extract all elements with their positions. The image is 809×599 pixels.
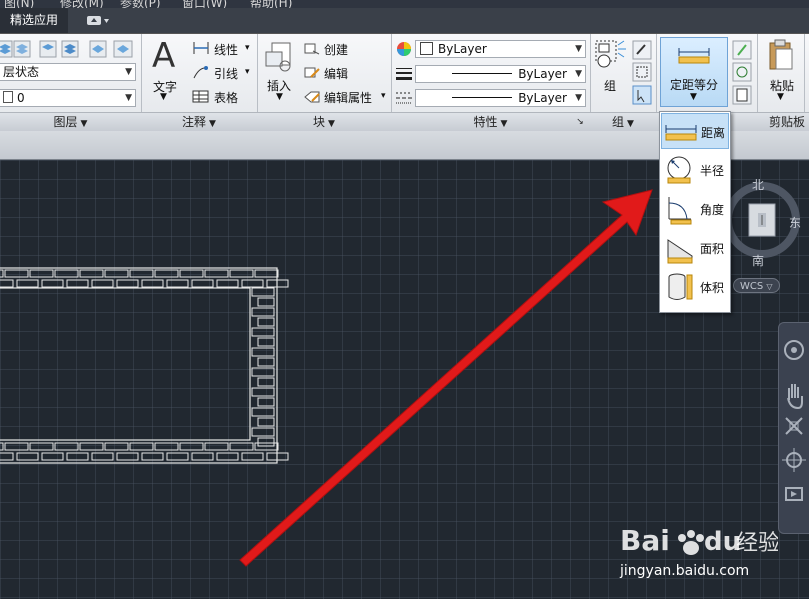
svg-text:Bai: Bai bbox=[620, 524, 670, 557]
watermark-url: jingyan.baidu.com bbox=[620, 563, 750, 579]
svg-text:经验: 经验 bbox=[736, 531, 778, 556]
baidu-jingyan-logo: Bai du 经验 bbox=[620, 524, 778, 557]
annotation-arrow bbox=[239, 189, 653, 567]
